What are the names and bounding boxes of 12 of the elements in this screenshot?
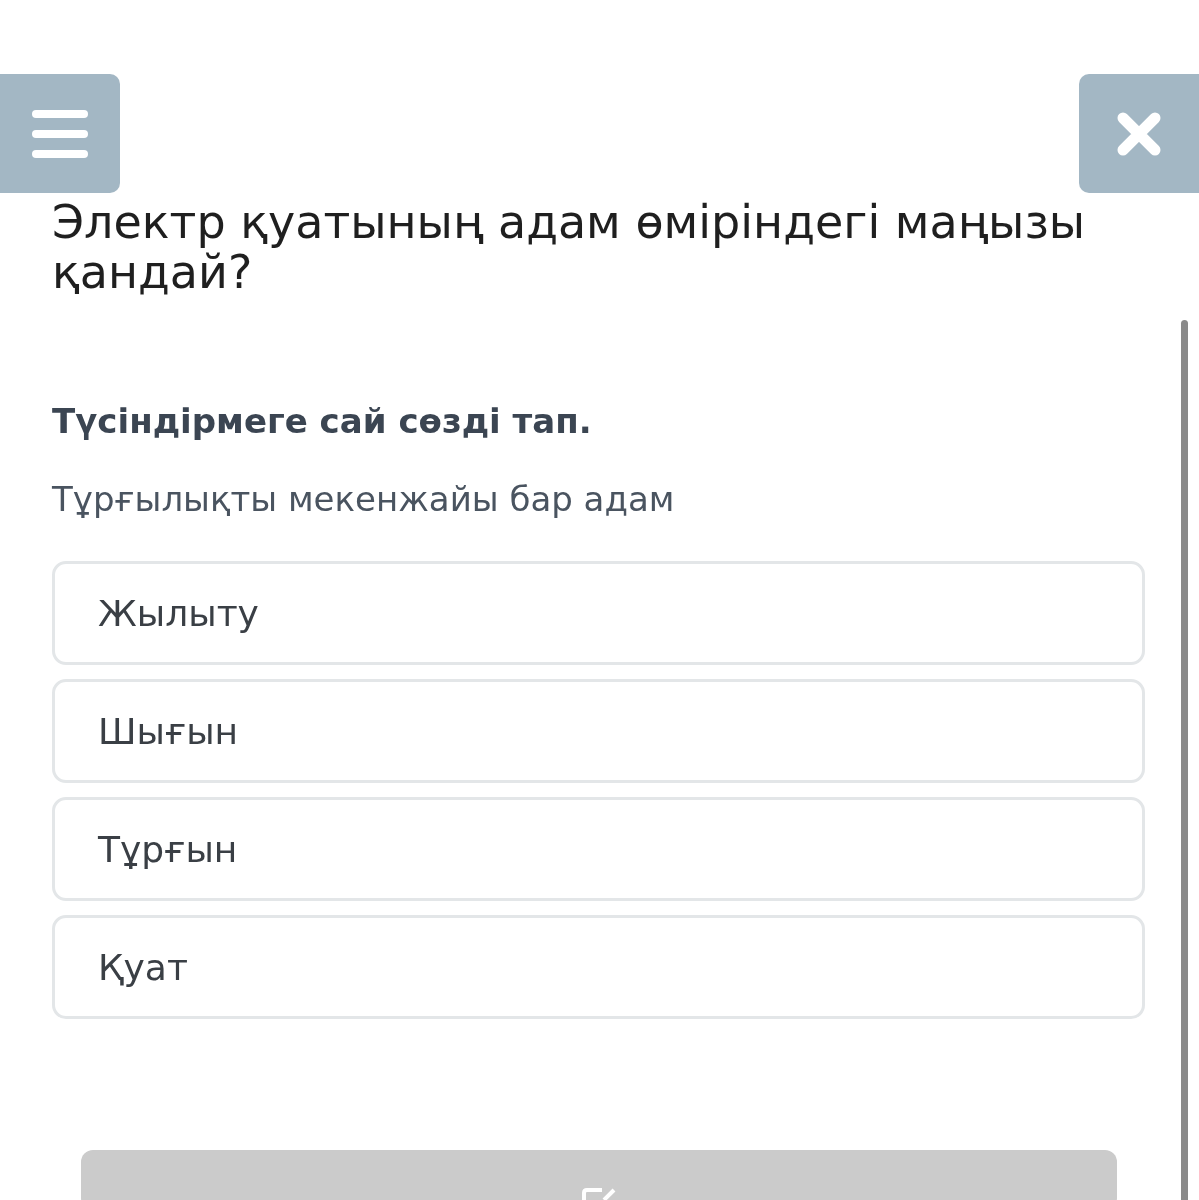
answer-option[interactable]: Қуат (52, 915, 1145, 1019)
prompt-text: Тұрғылықты мекенжайы бар адам (52, 479, 676, 519)
answer-option[interactable]: Шығын (52, 679, 1145, 783)
close-icon (1117, 111, 1161, 156)
menu-button[interactable] (0, 74, 120, 193)
answer-option[interactable]: Жылыту (52, 561, 1145, 665)
answer-option[interactable]: Тұрғын (52, 797, 1145, 901)
edit-icon (582, 1188, 616, 1200)
menu-icon (32, 109, 88, 158)
close-button[interactable] (1079, 74, 1199, 193)
instruction-text: Түсіндірмеге сай сөзді тап. (52, 401, 593, 441)
question-title: Электр қуатының адам өміріндегі маңызы қандай? (52, 197, 1087, 297)
